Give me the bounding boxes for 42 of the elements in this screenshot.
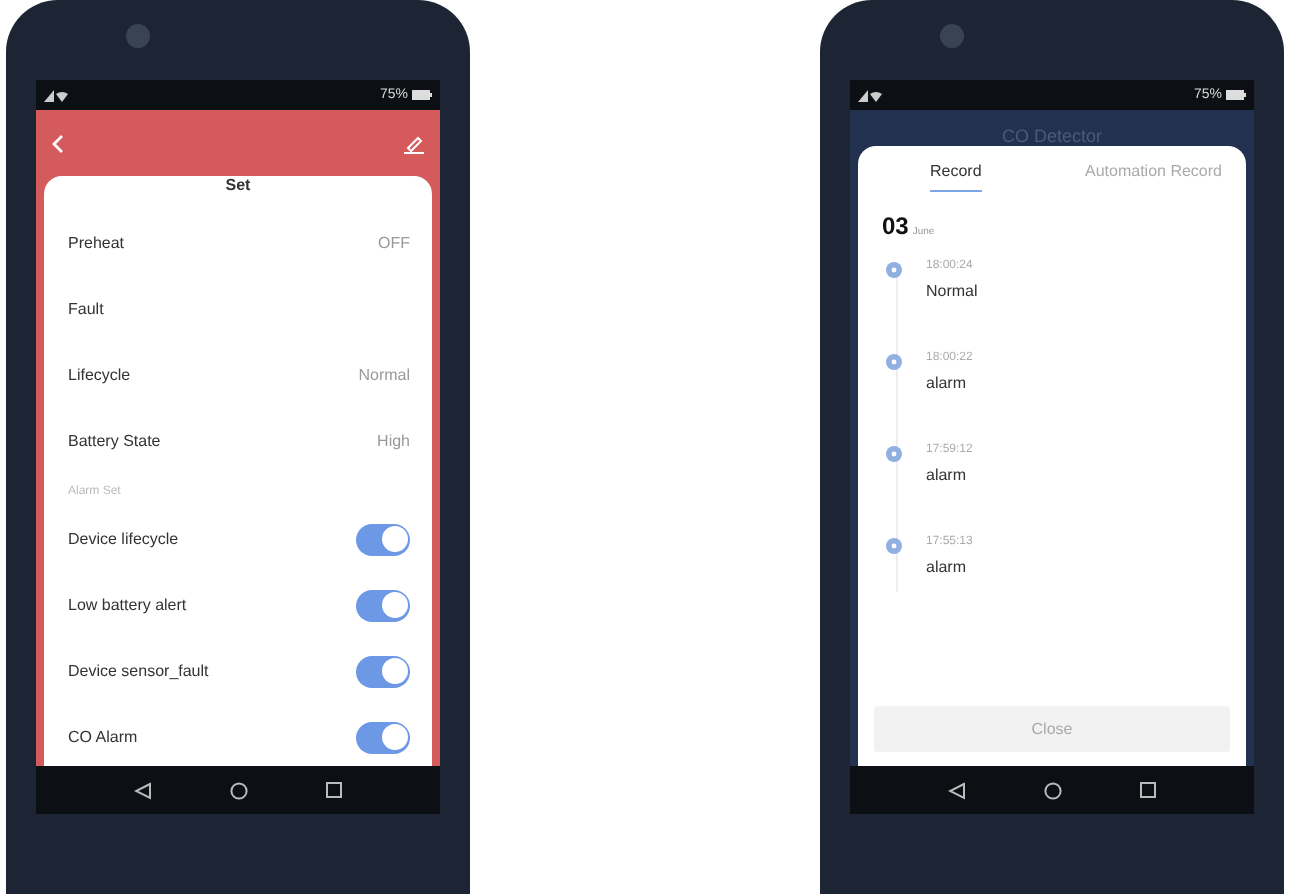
setting-value: High <box>377 432 410 450</box>
toggle-switch[interactable] <box>356 589 410 621</box>
setting-label: Fault <box>68 300 104 318</box>
front-camera <box>126 24 150 48</box>
toggle-switch[interactable] <box>356 523 410 555</box>
back-icon[interactable] <box>134 781 153 799</box>
timeline-dot-icon <box>886 446 902 462</box>
tab[interactable]: Automation Record <box>1085 158 1222 192</box>
setting-value: OFF <box>378 234 410 252</box>
battery-icon <box>412 90 432 100</box>
back-chevron-icon[interactable] <box>52 133 64 153</box>
recents-icon[interactable] <box>1139 782 1156 798</box>
timeline-dot-icon <box>886 354 902 370</box>
recents-icon[interactable] <box>325 782 342 798</box>
edit-icon[interactable] <box>404 133 424 153</box>
toggle-switch[interactable] <box>356 721 410 753</box>
signal-wifi-icon <box>858 89 882 101</box>
setting-label: Preheat <box>68 234 125 252</box>
signal-wifi-icon <box>44 89 68 101</box>
setting-label: Lifecycle <box>68 366 131 384</box>
setting-label: Battery State <box>68 432 161 450</box>
timeline-dot-icon <box>886 538 902 554</box>
setting-value: Normal <box>358 366 410 384</box>
home-icon[interactable] <box>1043 781 1062 799</box>
battery-icon <box>1226 90 1246 100</box>
setting-label: Low battery alert <box>68 596 187 614</box>
toggle-switch[interactable] <box>356 655 410 687</box>
setting-label: Device sensor_fault <box>68 662 209 680</box>
back-icon[interactable] <box>948 781 967 799</box>
setting-label: Device lifecycle <box>68 530 179 548</box>
setting-label: CO Alarm <box>68 728 138 746</box>
event-name: alarm <box>926 374 969 392</box>
timeline-dot-icon <box>886 262 902 278</box>
close-button[interactable]: Close <box>874 706 1230 752</box>
event-name: Normal <box>926 282 978 300</box>
tab[interactable]: Record <box>930 158 982 192</box>
event-name: alarm <box>926 466 969 484</box>
front-camera <box>940 24 964 48</box>
sheet-title: Set <box>223 176 253 198</box>
event-name: alarm <box>926 558 969 576</box>
date-day: 03 <box>882 212 909 240</box>
home-icon[interactable] <box>229 781 248 799</box>
